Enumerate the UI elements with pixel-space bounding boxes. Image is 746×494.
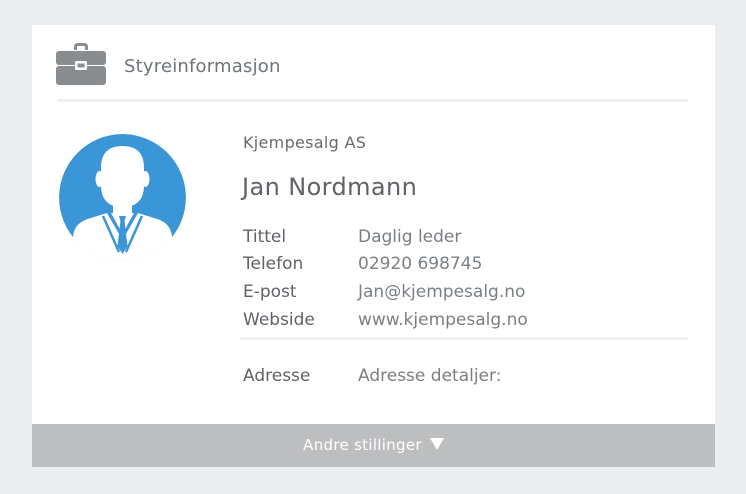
- other-positions-label: Andre stillinger: [303, 436, 422, 454]
- other-positions-button[interactable]: Andre stillinger: [32, 424, 715, 467]
- info-label: E-post: [243, 282, 297, 302]
- person-avatar-icon: [59, 134, 186, 261]
- email-link[interactable]: Jan@kjempesalg.no: [358, 279, 525, 305]
- briefcase-icon: [56, 43, 106, 85]
- company-name: Kjempesalg AS: [243, 133, 367, 152]
- board-info-card: Styreinformasjon Kjempesalg AS Jan Nordm…: [32, 25, 715, 425]
- website-link[interactable]: www.kjempesalg.no: [358, 307, 528, 333]
- avatar: [59, 134, 186, 261]
- panel-title: Styreinformasjon: [124, 56, 281, 77]
- header-divider: [57, 99, 688, 102]
- info-label: Telefon: [243, 254, 304, 274]
- info-label: Adresse: [243, 366, 311, 386]
- footer-label-wrap: Andre stillinger: [32, 424, 715, 467]
- info-value: Daglig leder: [358, 227, 462, 247]
- info-label: Webside: [243, 310, 315, 330]
- section-divider: [240, 337, 688, 340]
- caret-down-icon: [429, 438, 444, 450]
- card-header: Styreinformasjon: [56, 41, 689, 97]
- address-value: Adresse detaljer:: [358, 366, 502, 386]
- info-label: Tittel: [243, 227, 287, 247]
- phone-value[interactable]: 02920 698745: [358, 251, 482, 277]
- person-name: Jan Nordmann: [242, 173, 418, 201]
